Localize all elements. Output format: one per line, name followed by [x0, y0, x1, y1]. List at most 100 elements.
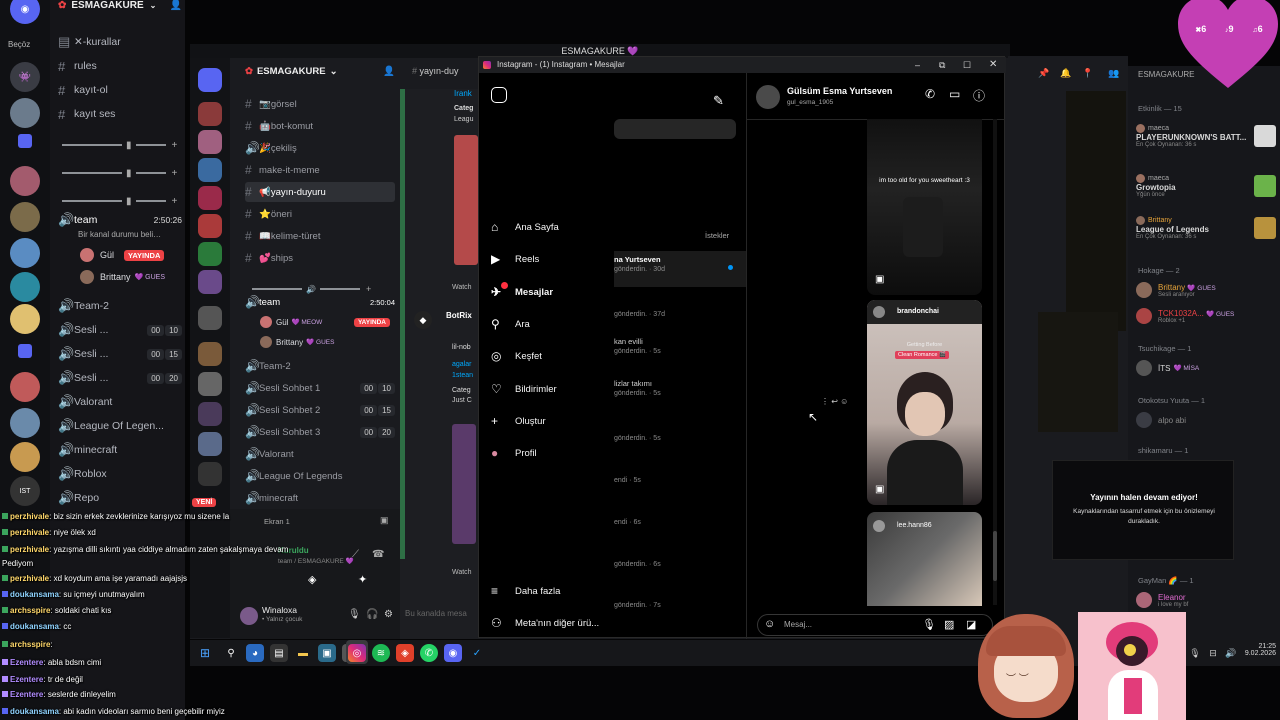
voice-channel[interactable]: 🔊 Sesli ... 00 20 [58, 368, 182, 388]
settings-icon[interactable]: ⚙ [384, 609, 393, 620]
emoji-icon[interactable]: ☺ [764, 618, 775, 630]
file-explorer-icon[interactable]: ▬ [294, 644, 312, 662]
voice-channel[interactable]: 🔊 minecraft [245, 488, 395, 508]
soundboard-icon[interactable]: ✦ [358, 573, 367, 586]
minimize-icon[interactable]: – [915, 57, 920, 73]
server-icon[interactable] [10, 166, 40, 196]
phone-icon[interactable]: ✆ [925, 87, 935, 101]
voice-channel[interactable]: 🔊 Sesli ... 00 10 [58, 320, 182, 340]
channel-item[interactable]: # kayıt-ol [58, 80, 182, 100]
server-icon[interactable] [198, 372, 222, 396]
app-icon[interactable]: ✓ [468, 644, 486, 662]
nav-profile[interactable]: ● Profil [491, 443, 611, 463]
voice-channel[interactable]: 🔊 Repo [58, 488, 182, 508]
server-icon[interactable] [198, 186, 222, 210]
voice-channel-team[interactable]: 🔊 team 2:50:04 [245, 292, 395, 312]
folder-icon[interactable] [18, 134, 32, 148]
server-icon[interactable] [198, 214, 222, 238]
pin-icon[interactable]: 📌 [1038, 68, 1049, 79]
conversation-item[interactable]: kan evilli gönderdin. · 5s [614, 337, 744, 373]
server-icon[interactable] [10, 304, 40, 334]
voice-channel[interactable]: 🔊 Sesli Sohbet 2 00 15 [245, 400, 395, 420]
message-reel[interactable]: brandonchai Getting Before Clean Romance… [867, 300, 982, 505]
voice-channel[interactable]: 🔊 Team-2 [245, 356, 395, 376]
requests-link[interactable]: İstekler [705, 231, 729, 240]
new-message-icon[interactable]: ✎ [713, 93, 724, 109]
add-member-icon[interactable]: 👤 [383, 66, 395, 77]
restore-icon[interactable]: ⧉ [939, 57, 945, 73]
members-icon[interactable]: 👥 [1108, 68, 1119, 79]
message-reel[interactable]: lee.hann86 [867, 512, 982, 606]
discord-home-icon[interactable]: ◉ [10, 0, 40, 24]
voice-channel[interactable]: 🔊 Valorant [245, 444, 395, 464]
member-item[interactable]: alpo abi [1136, 408, 1276, 432]
task-view-icon[interactable]: ▤ [270, 644, 288, 662]
discord-home-icon[interactable] [198, 68, 222, 92]
voice-channel[interactable]: 🔊 Valorant [58, 392, 182, 412]
voice-channel[interactable]: 🔊 Sesli Sohbet 1 00 10 [245, 378, 395, 398]
channel-item[interactable]: # make-it-meme [245, 160, 395, 180]
server-icon[interactable] [10, 98, 40, 128]
member-item[interactable]: İTS 💜 MİSA [1136, 356, 1276, 380]
message-input[interactable]: Bu kanalda mesa [405, 609, 467, 618]
voice-channel[interactable]: 🔊 Team-2 [58, 296, 182, 316]
server-icon[interactable] [198, 242, 222, 266]
server-icon[interactable] [10, 272, 40, 302]
image-icon[interactable]: ▨ [944, 618, 954, 631]
activity-item[interactable]: Brittany League of Legends En Çok Oynanan:… [1136, 216, 1276, 240]
embed-image[interactable] [454, 135, 478, 265]
conversation-item-active[interactable]: na Yurtseven gönderdin. · 30d [614, 251, 746, 287]
folder-icon[interactable] [18, 344, 32, 358]
chat-contact-name[interactable]: Gülsüm Esma Yurtseven [787, 86, 892, 96]
app-icon[interactable]: ▣ [318, 644, 336, 662]
server-icon[interactable] [10, 238, 40, 268]
channel-item[interactable]: 🔊 🎉çekiliş [245, 138, 395, 158]
screen-share-icon[interactable]: ▣ [380, 515, 389, 526]
message-reel[interactable]: im too old for you sweetheart :3 ▣ [867, 119, 982, 295]
brave-icon[interactable]: ◈ [396, 644, 414, 662]
disconnect-icon[interactable]: ☎ [372, 549, 384, 560]
member-item[interactable]: TCK1032A... 💜 GUES Roblox +1 [1136, 304, 1276, 328]
voice-channel[interactable]: 🔊 minecraft [58, 440, 182, 460]
conversation-item[interactable]: endi · 6s [614, 517, 744, 553]
pin-icon[interactable]: 📍 [1082, 68, 1093, 79]
voice-channel[interactable]: 🔊 Roblox [58, 464, 182, 484]
channel-item[interactable]: # 🤖bot-komut [245, 116, 395, 136]
server-icon[interactable] [198, 130, 222, 154]
voice-channel[interactable]: 🔊 League Of Legen... [58, 416, 182, 436]
server-icon[interactable] [10, 202, 40, 232]
spotify-icon[interactable]: ≋ [372, 644, 390, 662]
voice-channel[interactable]: 🔊 Sesli ... 00 15 [58, 344, 182, 364]
maximize-icon[interactable]: ☐ [963, 57, 971, 73]
activity-item[interactable]: maeca PLAYERUNKNOWN'S BATT... En Çok Oynan… [1136, 124, 1276, 148]
volume-icon[interactable]: 🔊 [1222, 644, 1240, 662]
conversation-item[interactable]: endi · 5s [614, 475, 744, 511]
server-icon[interactable] [10, 408, 40, 438]
channel-item[interactable]: # 💕ships [245, 248, 395, 268]
server-icon[interactable] [198, 432, 222, 456]
nav-more[interactable]: ≡ Daha fazla [491, 581, 611, 601]
activities-icon[interactable]: ◈ [308, 573, 316, 586]
clock[interactable]: 21:25 9.02.2026 [1244, 643, 1276, 657]
nav-search[interactable]: ⚲ Ara [491, 314, 611, 334]
search-input[interactable] [614, 119, 736, 139]
nav-explore[interactable]: ◎ Keşfet [491, 346, 611, 366]
activity-item[interactable]: maeca Growtopia Yğün önce [1136, 174, 1276, 198]
voice-member[interactable]: Gül YAYINDA [80, 248, 165, 262]
bot-avatar[interactable]: ◆ [414, 311, 432, 329]
channel-item[interactable]: # rules [58, 56, 182, 76]
member-item[interactable]: Brittany 💜 GUES Sesli aranıyor [1136, 278, 1276, 302]
server-icon[interactable] [198, 462, 222, 486]
network-icon[interactable]: ⊟ [1204, 644, 1222, 662]
noise-icon[interactable]: ⟋ [352, 549, 359, 560]
copilot-icon[interactable]: ◕ [246, 644, 264, 662]
conversation-item[interactable]: gönderdin. · 7s [614, 600, 744, 636]
server-icon[interactable] [10, 372, 40, 402]
embed-image[interactable] [452, 424, 476, 544]
member-item[interactable]: Eleanor i love my bf [1136, 588, 1276, 612]
voice-channel[interactable]: 🔊 Sesli Sohbet 3 00 20 [245, 422, 395, 442]
nav-messages[interactable]: ✈ Mesajlar [491, 282, 611, 302]
whatsapp-icon[interactable]: ✆ [420, 644, 438, 662]
microphone-icon[interactable]: 🎙 [1186, 644, 1204, 662]
server-header[interactable]: ✿ ESMAGAKURE ⌄ 👤 [245, 66, 395, 77]
